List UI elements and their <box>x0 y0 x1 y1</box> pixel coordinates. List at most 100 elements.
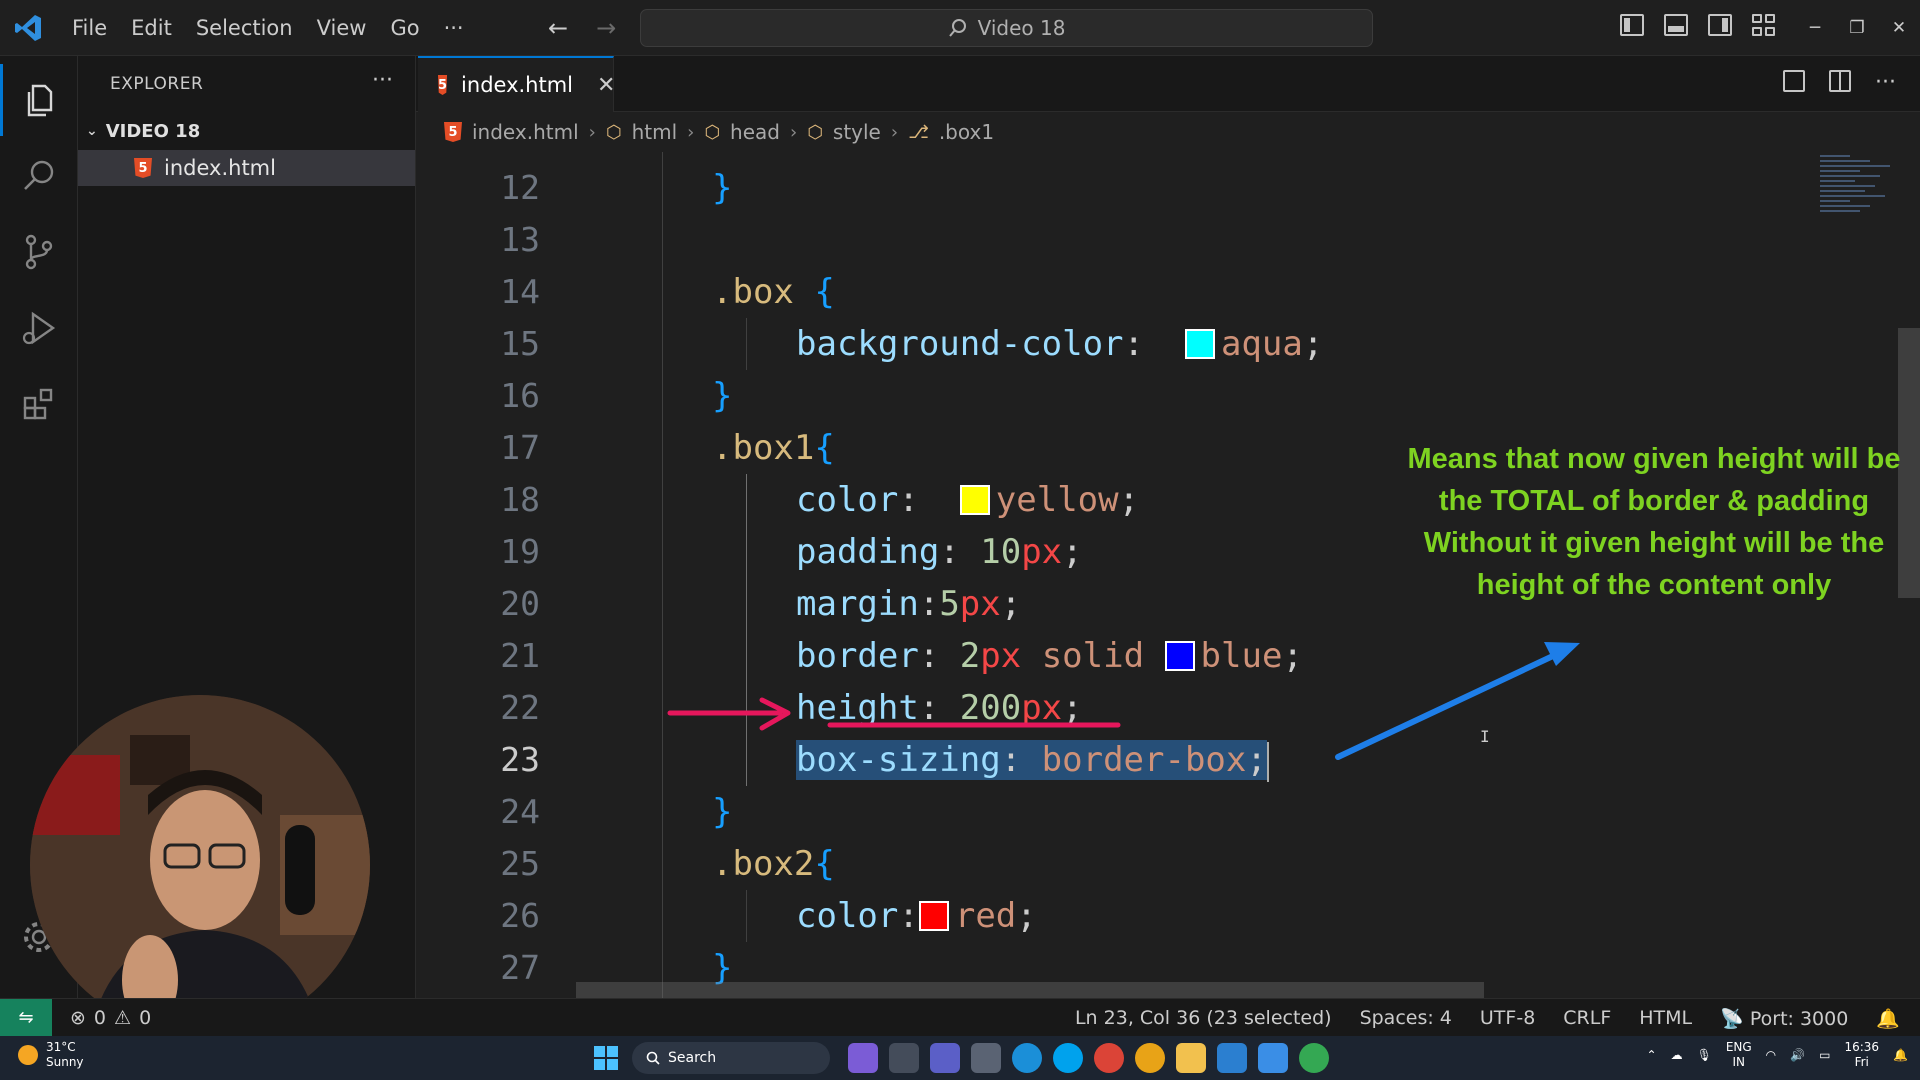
skype-app-icon[interactable] <box>1053 1043 1083 1073</box>
remote-indicator-icon[interactable]: ⇋ <box>0 998 52 1037</box>
annotation-line: the TOTAL of border & padding <box>1438 485 1870 517</box>
encoding[interactable]: UTF-8 <box>1480 1007 1535 1029</box>
toggle-primary-sidebar-icon[interactable] <box>1620 14 1644 36</box>
weather-widget[interactable]: 31°C Sunny <box>18 1040 84 1070</box>
color-swatch-red[interactable] <box>918 900 949 931</box>
presenter-webcam <box>30 695 370 1035</box>
tab-index-html[interactable]: 5 index.html ✕ <box>418 56 615 112</box>
line-number: 20 <box>500 584 540 623</box>
toggle-secondary-sidebar-icon[interactable] <box>1708 14 1732 36</box>
restore-icon[interactable]: ❐ <box>1836 18 1878 38</box>
chevron-up-icon[interactable]: ⌃ <box>1647 1048 1657 1062</box>
html5-breadcrumb-icon: 5 <box>444 122 462 142</box>
command-center-search[interactable]: Video 18 <box>640 9 1373 47</box>
color-swatch-aqua[interactable] <box>1184 328 1215 359</box>
vscode-logo-icon[interactable] <box>12 12 44 44</box>
close-window-icon[interactable]: ✕ <box>1878 18 1920 38</box>
todo-app-icon[interactable] <box>1258 1043 1288 1073</box>
language-indicator[interactable]: ENG IN <box>1726 1040 1752 1070</box>
line-number: 25 <box>500 844 540 883</box>
sun-icon <box>18 1045 38 1065</box>
breadcrumb-style[interactable]: style <box>833 120 881 144</box>
line-number: 21 <box>500 636 540 675</box>
line-number: 27 <box>500 948 540 987</box>
edge-app-icon[interactable] <box>1012 1043 1042 1073</box>
onedrive-icon[interactable]: ☁ <box>1671 1048 1683 1062</box>
chrome-canary-app-icon[interactable] <box>1135 1043 1165 1073</box>
open-preview-icon[interactable] <box>1783 70 1806 92</box>
code-line-19: padding: 10px; <box>796 532 1083 572</box>
status-bar-right: Ln 23, Col 36 (23 selected) Spaces: 4 UT… <box>1075 999 1900 1037</box>
explorer-icon[interactable] <box>0 64 78 136</box>
widgets-app-icon[interactable] <box>848 1043 878 1073</box>
breadcrumb-box1[interactable]: .box1 <box>939 120 994 144</box>
folder-video-18[interactable]: ⌄ VIDEO 18 <box>86 116 200 146</box>
chrome-profile-app-icon[interactable] <box>1299 1043 1329 1073</box>
end-of-line[interactable]: CRLF <box>1563 1007 1611 1029</box>
file-explorer-app-icon[interactable] <box>1176 1043 1206 1073</box>
settings-app-icon[interactable] <box>971 1043 1001 1073</box>
language-mode[interactable]: HTML <box>1639 1007 1692 1029</box>
minimap[interactable] <box>1820 152 1900 272</box>
tab-label: index.html <box>461 73 574 97</box>
extensions-icon[interactable] <box>0 368 78 440</box>
breadcrumb-head[interactable]: head <box>730 120 780 144</box>
menu-file[interactable]: File <box>60 16 119 40</box>
source-control-icon[interactable] <box>0 216 78 288</box>
problems-indicator[interactable]: ⊗ 0 ⚠ 0 <box>70 1007 151 1029</box>
explorer-more-icon[interactable]: ··· <box>372 68 393 93</box>
title-bar: File Edit Selection View Go ··· ← → Vide… <box>0 0 1920 56</box>
indentation[interactable]: Spaces: 4 <box>1360 1007 1452 1029</box>
windows-start-icon[interactable] <box>594 1046 618 1070</box>
code-line-16: } <box>712 376 733 416</box>
code-line-23-selected: box-sizing: border-box; <box>796 734 1269 786</box>
back-arrow-icon[interactable]: ← <box>548 14 568 42</box>
minimize-icon[interactable]: ─ <box>1794 18 1836 38</box>
menu-selection[interactable]: Selection <box>184 16 305 40</box>
editor-more-icon[interactable]: ··· <box>1875 70 1896 95</box>
run-debug-icon[interactable] <box>0 292 78 364</box>
breadcrumb-file[interactable]: index.html <box>472 120 579 144</box>
folder-label: VIDEO 18 <box>105 120 201 142</box>
vscode-app-icon[interactable] <box>1217 1043 1247 1073</box>
line-number: 22 <box>500 688 540 727</box>
menu-more[interactable]: ··· <box>432 16 476 40</box>
code-line-25: .box2{ <box>712 844 835 884</box>
chrome-app-icon[interactable] <box>1094 1043 1124 1073</box>
live-server-port[interactable]: 📡 Port: 3000 <box>1720 1007 1848 1030</box>
customize-layout-icon[interactable] <box>1752 14 1776 36</box>
color-swatch-yellow[interactable] <box>959 484 990 515</box>
file-index-html[interactable]: 5 index.html <box>78 150 415 186</box>
teams-app-icon[interactable] <box>930 1043 960 1073</box>
battery-icon[interactable]: ▭ <box>1819 1048 1830 1062</box>
code-line-20: margin:5px; <box>796 584 1022 624</box>
volume-icon[interactable]: 🔊 <box>1790 1048 1805 1062</box>
notification-center-icon[interactable]: 🔔 <box>1893 1048 1908 1062</box>
html5-file-icon: 5 <box>134 158 152 178</box>
breadcrumb-separator-icon: › <box>890 121 899 143</box>
breadcrumb-html[interactable]: html <box>632 120 678 144</box>
line-number: 26 <box>500 896 540 935</box>
css-selector-icon: ⎇ <box>908 121 929 143</box>
status-bar: ⇋ ⊗ 0 ⚠ 0 Ln 23, Col 36 (23 selected) Spac… <box>0 998 1920 1037</box>
split-editor-icon[interactable] <box>1829 70 1852 92</box>
notifications-bell-icon[interactable]: 🔔 <box>1876 1007 1900 1030</box>
microphone-icon[interactable]: 🎙 <box>1697 1048 1712 1062</box>
line-number: 12 <box>500 168 540 207</box>
close-tab-icon[interactable]: ✕ <box>597 73 615 98</box>
menu-edit[interactable]: Edit <box>119 16 184 40</box>
toggle-panel-icon[interactable] <box>1664 14 1688 36</box>
command-center-label: Video 18 <box>977 16 1066 40</box>
task-view-icon[interactable] <box>889 1043 919 1073</box>
menu-go[interactable]: Go <box>378 16 431 40</box>
cursor-position[interactable]: Ln 23, Col 36 (23 selected) <box>1075 1007 1332 1029</box>
clock[interactable]: 16:36 Fri <box>1844 1040 1879 1070</box>
horizontal-scrollbar[interactable] <box>576 982 1484 998</box>
search-sidebar-icon[interactable] <box>0 140 78 212</box>
wifi-icon[interactable]: ◠ <box>1766 1048 1776 1062</box>
menu-view[interactable]: View <box>305 16 379 40</box>
taskbar-search[interactable]: Search <box>632 1042 830 1074</box>
line-number: 13 <box>500 220 540 259</box>
forward-arrow-icon[interactable]: → <box>596 14 616 42</box>
color-swatch-blue[interactable] <box>1164 640 1195 671</box>
